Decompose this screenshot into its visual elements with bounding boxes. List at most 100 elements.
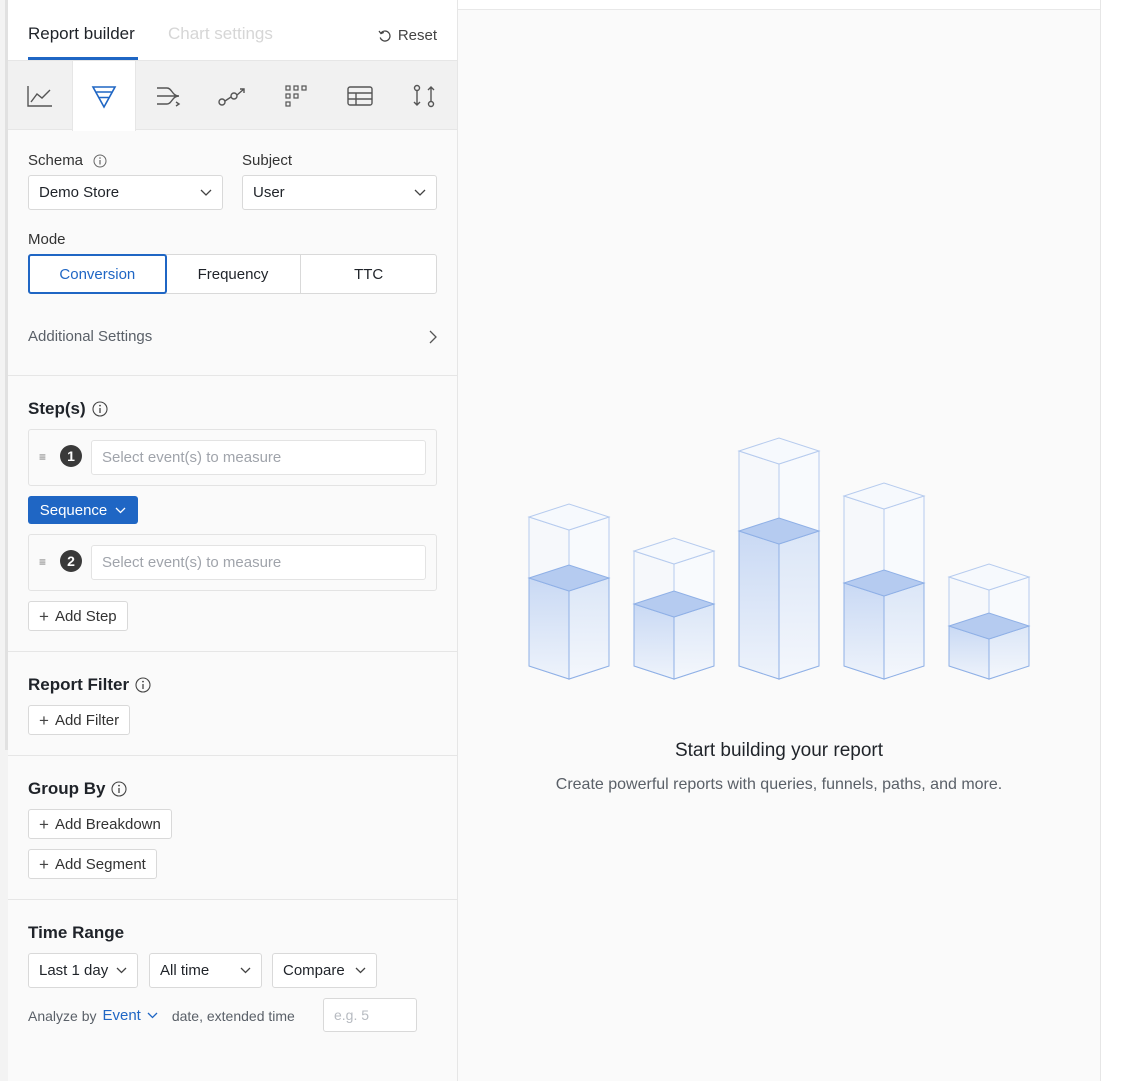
active-tab-indicator <box>28 57 138 60</box>
time-range-title: Time Range <box>28 923 125 942</box>
chart-type-selector <box>8 61 457 131</box>
sequence-dropdown[interactable]: Sequence <box>28 496 138 524</box>
step-number: 1 <box>60 445 82 467</box>
report-filter-title: Report Filter <box>28 675 151 695</box>
section-divider <box>8 375 457 376</box>
extended-time-input[interactable]: e.g. 5 <box>323 998 417 1032</box>
chart-type-path[interactable] <box>200 61 264 130</box>
analyze-by-label: Analyze by <box>28 1007 97 1024</box>
add-breakdown-button[interactable]: + Add Breakdown <box>28 809 172 839</box>
report-canvas: Start building your report Create powerf… <box>458 9 1100 1081</box>
chevron-right-icon <box>429 330 437 343</box>
reset-label: Reset <box>397 27 437 44</box>
step-event-input[interactable]: Select event(s) to measure <box>91 545 426 580</box>
table-icon <box>347 85 373 106</box>
sequence-label: Sequence <box>39 501 108 519</box>
info-icon <box>92 401 108 417</box>
step-event-input[interactable]: Select event(s) to measure <box>91 440 426 475</box>
chevron-down-icon <box>355 967 366 974</box>
group-by-title: Group By <box>28 779 128 799</box>
analyze-by-value: Event <box>102 1007 141 1024</box>
chart-type-line[interactable] <box>8 61 72 130</box>
steps-title: Step(s) <box>28 399 108 419</box>
time-range-value: Last 1 day <box>39 962 109 979</box>
chart-type-compare[interactable] <box>392 61 456 130</box>
additional-settings-toggle[interactable]: Additional Settings <box>28 328 437 345</box>
plus-icon: + <box>39 814 49 834</box>
compare-icon <box>413 84 435 107</box>
chart-type-flow[interactable] <box>136 61 200 130</box>
illustration-face <box>528 577 570 680</box>
chart-type-funnel[interactable] <box>72 61 136 131</box>
empty-state-subtitle: Create powerful reports with queries, fu… <box>555 776 1003 793</box>
add-segment-label: Add Segment <box>54 855 146 873</box>
time-period-value: All time <box>160 962 210 979</box>
subject-label: Subject <box>242 152 293 169</box>
section-divider <box>8 755 457 756</box>
add-segment-button[interactable]: + Add Segment <box>28 849 157 879</box>
drag-handle-icon[interactable]: ≡ <box>39 450 46 464</box>
mode-ttc[interactable]: TTC <box>301 255 436 293</box>
section-divider <box>8 899 457 900</box>
reset-button[interactable]: Reset <box>378 27 437 44</box>
schema-select[interactable]: Demo Store <box>28 175 223 210</box>
add-filter-label: Add Filter <box>54 711 120 729</box>
report-builder-panel: Report builder Chart settings Reset Sche… <box>8 0 458 1081</box>
subject-value: User <box>253 184 285 201</box>
illustration-bars <box>527 437 1031 680</box>
plus-icon: + <box>39 606 49 626</box>
path-icon <box>218 87 245 106</box>
mode-frequency[interactable]: Frequency <box>166 255 302 293</box>
analyze-by-select[interactable]: Event <box>102 1007 158 1024</box>
schema-value: Demo Store <box>39 184 120 201</box>
step-row: ≡ 1 Select event(s) to measure <box>28 429 437 486</box>
left-edge-strip <box>0 0 8 1081</box>
drag-handle-icon[interactable]: ≡ <box>39 555 46 569</box>
info-icon <box>93 154 107 168</box>
analyze-by-row: Analyze by Event date, extended time <box>28 1007 295 1024</box>
info-icon <box>111 781 128 797</box>
panel-header: Report builder Chart settings Reset <box>8 0 457 61</box>
subject-select[interactable]: User <box>242 175 437 210</box>
add-step-label: Add Step <box>54 607 117 625</box>
time-period-select[interactable]: All time <box>149 953 262 988</box>
grid-icon <box>285 84 307 107</box>
plus-icon: + <box>39 854 49 874</box>
empty-state-title: Start building your report <box>674 740 884 761</box>
flow-icon <box>157 86 181 107</box>
compare-value: Compare <box>283 962 345 979</box>
schema-label: Schema <box>28 152 107 169</box>
mode-segmented-control: Conversion Frequency TTC <box>28 254 437 294</box>
chart-type-grid[interactable] <box>264 61 328 130</box>
group-by-title-text: Group By <box>28 779 106 798</box>
illustration-face <box>843 582 885 680</box>
undo-icon <box>378 29 391 42</box>
compare-select[interactable]: Compare <box>272 953 377 988</box>
tab-report-builder[interactable]: Report builder <box>28 24 135 44</box>
mode-conversion[interactable]: Conversion <box>28 254 167 294</box>
empty-state-illustration <box>527 437 1031 680</box>
add-filter-button[interactable]: + Add Filter <box>28 705 131 735</box>
mode-label: Mode <box>28 231 66 248</box>
chevron-down-icon <box>240 967 251 974</box>
chart-type-table[interactable] <box>328 61 392 130</box>
analyze-by-rest: date, extended time <box>171 1007 295 1024</box>
chevron-down-icon <box>414 189 426 196</box>
tab-chart-settings[interactable]: Chart settings <box>168 24 273 44</box>
funnel-icon <box>91 86 117 109</box>
line-chart-icon <box>27 85 52 107</box>
report-filter-title-text: Report Filter <box>28 675 130 694</box>
info-icon <box>135 677 151 693</box>
chevron-down-icon <box>115 507 126 513</box>
chevron-down-icon <box>116 967 127 974</box>
time-range-select[interactable]: Last 1 day <box>28 953 138 988</box>
chevron-down-icon <box>147 1012 158 1019</box>
illustration-face <box>568 577 610 680</box>
illustration-face <box>883 582 925 680</box>
illustration-face <box>738 530 780 680</box>
right-edge-panel <box>1100 0 1122 1081</box>
add-step-button[interactable]: + Add Step <box>28 601 128 631</box>
schema-label-text: Schema <box>28 152 84 169</box>
steps-title-text: Step(s) <box>28 399 86 418</box>
additional-settings-label: Additional Settings <box>28 328 153 345</box>
